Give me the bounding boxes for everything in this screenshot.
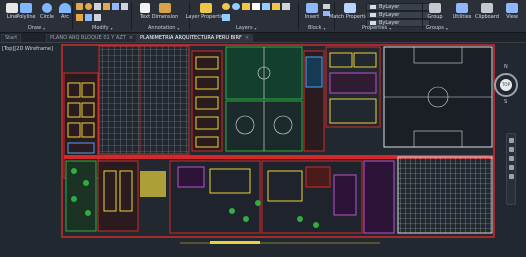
- north-label: N: [504, 64, 508, 70]
- pan-icon[interactable]: [508, 147, 514, 152]
- steering-wheel-icon[interactable]: [508, 138, 514, 143]
- viewcube[interactable]: N TOP S: [492, 57, 522, 113]
- right-buildings: [303, 46, 381, 152]
- group-modify[interactable]: Modify ▾: [92, 24, 113, 32]
- arc-icon: [59, 3, 71, 13]
- utilities-tool[interactable]: Utilities: [450, 2, 474, 22]
- sports-courts: [225, 46, 303, 152]
- close-icon[interactable]: ×: [129, 35, 133, 41]
- layer-properties-tool[interactable]: Layer Properties: [186, 2, 226, 22]
- parking-grid: [397, 156, 493, 234]
- viewport-label[interactable]: [Top][2D Wireframe]: [2, 46, 53, 52]
- autocad-window: Line Polyline Circle Arc Draw ▾ Modify ▾…: [0, 0, 526, 257]
- group-icon: [429, 3, 441, 13]
- lower-left-zone: [65, 160, 166, 232]
- separator: [298, 2, 299, 30]
- auditorium: [363, 160, 395, 234]
- file-tabs: Start PLANO ARQ BLOQUE 01 Y AZT × PLANIME…: [0, 33, 526, 43]
- separator: [72, 2, 73, 30]
- match-properties-icon: [344, 3, 356, 13]
- showmotion-icon[interactable]: [508, 174, 514, 179]
- tab-planimetria[interactable]: PLANIMETRIA ARQUITECTURA PERU BIRF ×: [136, 34, 254, 42]
- close-icon[interactable]: ×: [245, 35, 249, 41]
- linetype-dropdown[interactable]: ByLayer: [366, 11, 430, 19]
- layer-current-icon[interactable]: [282, 3, 290, 10]
- insert-tool[interactable]: Insert: [301, 2, 323, 22]
- group-annotation[interactable]: Annotation ▾: [148, 24, 179, 32]
- array-icon[interactable]: [94, 14, 101, 21]
- layer-isolate-icon[interactable]: [262, 3, 270, 10]
- move-icon[interactable]: [76, 3, 83, 10]
- copy-icon[interactable]: [103, 3, 110, 10]
- stretch-icon[interactable]: [76, 14, 83, 21]
- layer-off-icon[interactable]: [222, 3, 230, 10]
- modify-tools: [76, 3, 128, 23]
- clipboard-tool[interactable]: Clipboard: [474, 2, 500, 22]
- floor-plan: [61, 44, 495, 244]
- layer-color-icon[interactable]: [252, 3, 260, 10]
- south-label: S: [504, 99, 508, 105]
- view-icon: [506, 3, 518, 13]
- tab-plano-arq[interactable]: PLANO ARQ BLOQUE 01 Y AZT ×: [46, 34, 138, 42]
- viewcube-top-face[interactable]: TOP: [500, 79, 512, 91]
- dimension-tool[interactable]: Dimension: [151, 2, 179, 22]
- trim-icon[interactable]: [94, 3, 101, 10]
- football-field: [383, 46, 493, 148]
- layer-freeze-icon[interactable]: [232, 3, 240, 10]
- classroom-column: [191, 50, 223, 152]
- fillet-icon[interactable]: [121, 3, 128, 10]
- rotate-icon[interactable]: [85, 3, 92, 10]
- utilities-icon: [456, 3, 468, 13]
- separator: [422, 2, 423, 30]
- create-block-icon[interactable]: [323, 4, 330, 9]
- layer-walk-icon[interactable]: [222, 14, 230, 21]
- group-draw[interactable]: Draw ▾: [28, 24, 45, 32]
- polyline-icon: [20, 3, 32, 13]
- plaza-grid: [98, 45, 190, 155]
- drawing-canvas[interactable]: [Top][2D Wireframe] N TOP S: [0, 43, 526, 257]
- text-icon: [140, 3, 150, 13]
- layer-properties-icon: [200, 3, 212, 13]
- tab-start[interactable]: Start: [1, 34, 22, 42]
- mirror-icon[interactable]: [112, 3, 119, 10]
- match-properties-tool[interactable]: Match Properties: [329, 2, 371, 22]
- dimension-icon: [159, 3, 171, 13]
- group-groups[interactable]: Groups ▾: [426, 24, 448, 32]
- navigation-bar[interactable]: [506, 133, 516, 205]
- ribbon: Line Polyline Circle Arc Draw ▾ Modify ▾…: [0, 0, 526, 33]
- group-layers[interactable]: Layers ▾: [236, 24, 257, 32]
- group-block[interactable]: Block ▾: [308, 24, 326, 32]
- separator: [131, 2, 132, 30]
- layer-lock-icon[interactable]: [242, 3, 250, 10]
- color-dropdown[interactable]: ByLayer: [366, 3, 430, 11]
- insert-icon: [306, 3, 318, 13]
- view-tool[interactable]: View: [501, 2, 523, 22]
- clipboard-icon: [481, 3, 493, 13]
- zoom-icon[interactable]: [508, 156, 514, 161]
- lower-center-zone: [169, 160, 363, 234]
- scale-icon[interactable]: [85, 14, 92, 21]
- layer-match-icon[interactable]: [272, 3, 280, 10]
- group-properties[interactable]: Properties ▾: [362, 24, 391, 32]
- layer-state-icons: [222, 3, 294, 23]
- group-tool[interactable]: Group: [424, 2, 446, 22]
- circle-icon: [42, 3, 52, 13]
- scale-bar: [210, 241, 260, 244]
- orbit-icon[interactable]: [508, 165, 514, 170]
